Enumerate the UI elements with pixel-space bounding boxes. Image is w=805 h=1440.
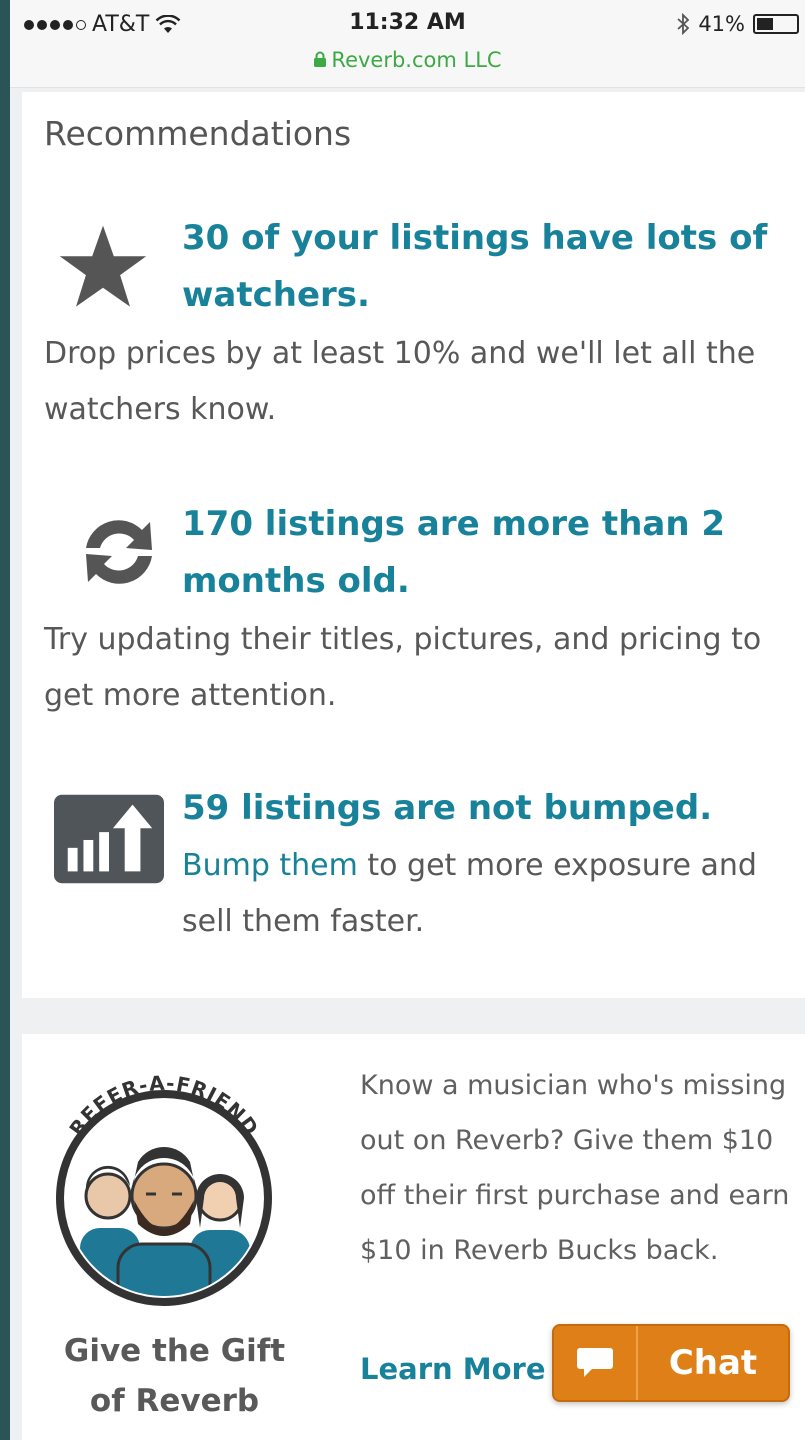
bump-chart-icon (54, 794, 164, 884)
refer-a-friend-card: REFER-A-FRIEND Give the Gift of Reverb K… (22, 1034, 805, 1440)
bump-them-link[interactable]: Bump them (182, 848, 358, 883)
refer-a-friend-logo: REFER-A-FRIEND (56, 1071, 272, 1306)
chat-icon-wrapper (554, 1326, 638, 1400)
phone-screen: AT&T 11:32 AM 41% Reverb.com LLC Recomme… (10, 0, 805, 1440)
status-bar: AT&T 11:32 AM 41% Reverb.com LLC (10, 0, 805, 88)
recommendations-card: Recommendations 30 of your listings have… (22, 92, 805, 998)
gift-title: Give the Gift of Reverb (63, 1333, 286, 1419)
recommendation-headline[interactable]: 30 of your listings have lots of watcher… (182, 210, 792, 324)
recommendation-headline[interactable]: 170 listings are more than 2 months old. (182, 496, 792, 610)
site-name: Reverb.com LLC (331, 48, 502, 72)
chat-button[interactable]: Chat (552, 1324, 790, 1402)
chat-bubble-icon (577, 1348, 613, 1377)
battery-fill (757, 18, 773, 30)
recommendation-body: Bump them to get more exposure and sell … (182, 838, 792, 950)
learn-more-link[interactable]: Learn More (360, 1352, 546, 1386)
refer-description: Know a musician who's missing out on Rev… (360, 1070, 790, 1266)
chat-label: Chat (668, 1343, 758, 1383)
refresh-icon (86, 520, 152, 584)
recommendation-body: Try updating their titles, pictures, and… (44, 622, 762, 713)
recommendation-headline[interactable]: 59 listings are not bumped. (182, 780, 792, 837)
battery-percent: 41% (698, 12, 745, 36)
site-identity[interactable]: Reverb.com LLC (10, 48, 805, 72)
recommendation-body: Drop prices by at least 10% and we'll le… (44, 336, 756, 427)
lock-icon (314, 51, 327, 67)
battery-icon (753, 14, 799, 34)
recommendations-title: Recommendations (44, 114, 352, 153)
battery-status: 41% (676, 12, 799, 36)
bluetooth-icon (677, 13, 690, 35)
star-icon (59, 225, 147, 307)
